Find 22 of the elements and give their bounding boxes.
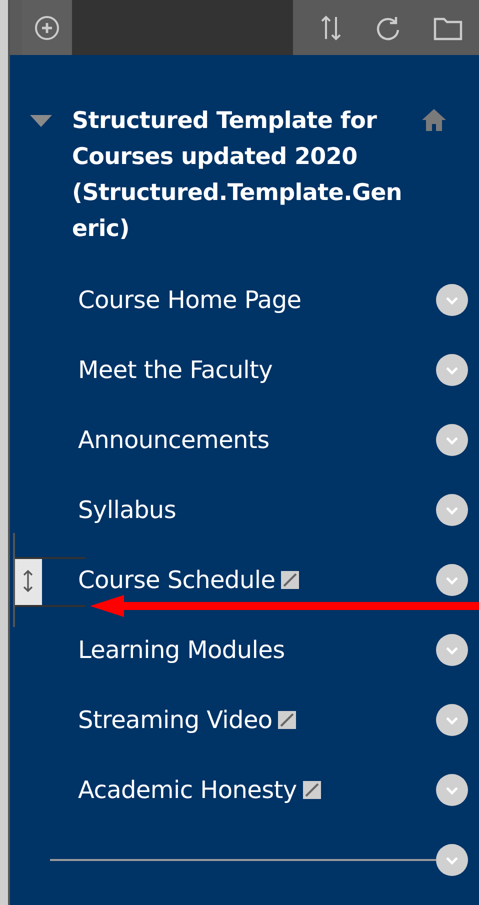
menu-item[interactable]: Streaming Video — [78, 706, 272, 734]
chevron-button[interactable] — [436, 424, 468, 456]
chevron-button[interactable] — [436, 844, 468, 876]
menu-item[interactable]: Announcements — [78, 426, 270, 454]
chevron-button[interactable] — [436, 774, 468, 806]
menu-item[interactable]: Syllabus — [78, 496, 176, 524]
menu-item[interactable]: Meet the Faculty — [78, 356, 272, 384]
chevron-button[interactable] — [436, 634, 468, 666]
menu-item[interactable]: Learning Modules — [78, 636, 285, 664]
home-icon[interactable] — [422, 109, 446, 131]
caret-icon[interactable] — [30, 115, 52, 127]
add-icon[interactable] — [34, 14, 60, 40]
menu-item[interactable]: Course Home Page — [78, 286, 302, 314]
menu-item[interactable]: Academic Honesty — [78, 776, 297, 804]
chevron-button[interactable] — [436, 354, 468, 386]
chevron-button[interactable] — [436, 704, 468, 736]
chevron-button[interactable] — [436, 564, 468, 596]
chevron-button[interactable] — [436, 284, 468, 316]
drag-handle[interactable] — [14, 557, 42, 605]
chevron-button[interactable] — [436, 494, 468, 526]
menu-item[interactable]: Course Schedule — [78, 566, 276, 594]
course-title[interactable]: Structured Template for Courses updated 2020 (Structured.Template.Generic) — [72, 103, 402, 247]
